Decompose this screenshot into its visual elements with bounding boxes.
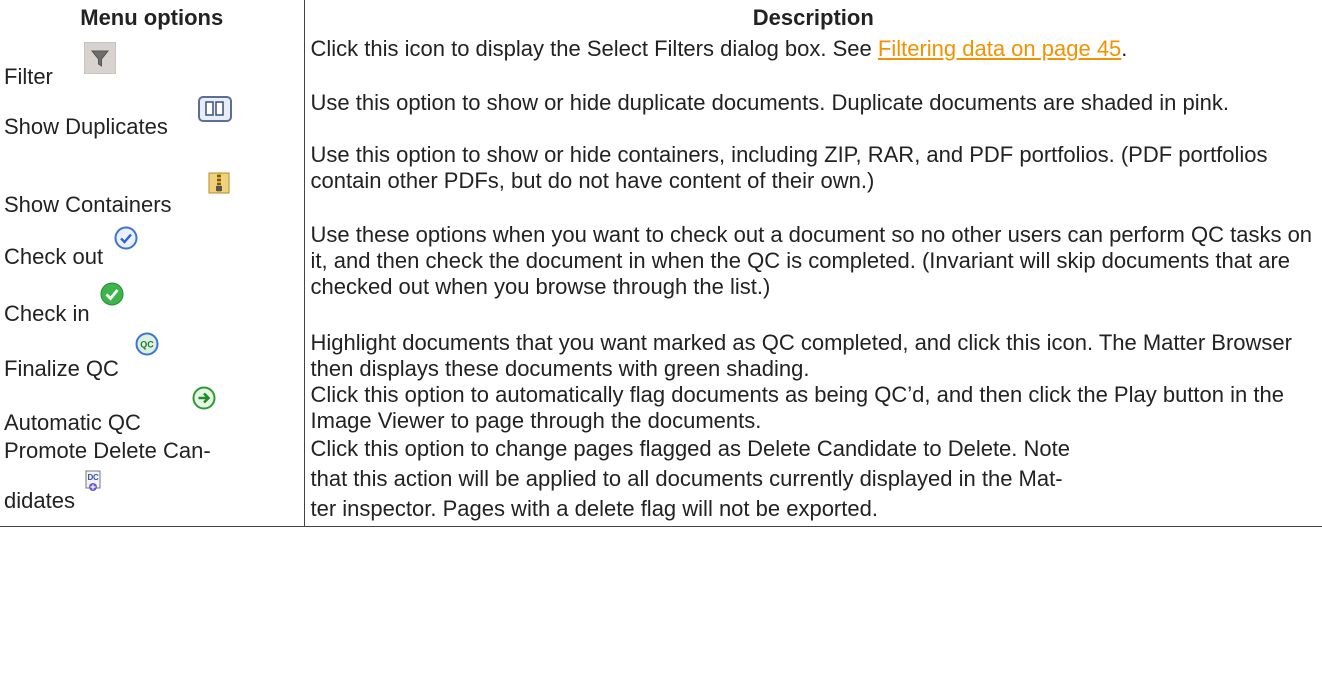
promote-delete-icon: D C [84, 470, 106, 492]
promote-delete-desc-line3: ter inspector. Pages with a delete flag … [310, 496, 878, 521]
promote-delete-desc-line1: Click this option to change pages flagge… [310, 436, 1070, 461]
filter-description-period: . [1121, 36, 1128, 61]
description-cell-show-duplicates: Use this option to show or hide duplicat… [310, 90, 1229, 115]
green-arrow-icon [192, 386, 216, 410]
option-label-promote-delete-line1: Promote Delete Can- [4, 438, 211, 463]
option-label-check-in: Check in [4, 301, 90, 326]
option-label-automatic-qc: Automatic QC [4, 410, 141, 435]
table-row: Check out Check in Use these options whe… [0, 222, 1322, 330]
option-label-show-containers: Show Containers [4, 192, 172, 217]
zip-container-icon [208, 172, 230, 194]
option-cell-show-duplicates: Show Duplicates [0, 90, 305, 142]
check-out-blue-check-icon [114, 226, 138, 250]
description-cell-filter: Click this icon to display the Select Fi… [304, 36, 1322, 90]
qc-badge-icon: QC [135, 332, 159, 356]
description-cell-automatic-qc: Click this option to automatically flag … [310, 382, 1284, 433]
promote-delete-desc-line2: that this action will be applied to all … [310, 466, 1063, 491]
option-label-finalize-qc: Finalize QC [4, 356, 119, 381]
option-cell-promote-delete: Promote Delete Can- didates D C [0, 434, 305, 527]
option-label-promote-delete-line2: didates [4, 488, 75, 513]
option-cell-finalize-qc: Finalize QC QC [0, 330, 305, 382]
option-cell-automatic-qc: Automatic QC [0, 382, 305, 435]
check-in-green-check-icon [100, 282, 124, 306]
description-cell-finalize-qc: Highlight documents that you want marked… [310, 330, 1292, 381]
option-cell-filter: Filter [0, 36, 305, 90]
table-row: Filter Click this icon to display the Se… [0, 36, 1322, 90]
menu-options-header: Menu options [0, 0, 305, 36]
table-row: Finalize QC QC Highlight documents that … [0, 330, 1322, 382]
table-row: Promote Delete Can- didates D C Click th… [0, 434, 1322, 527]
option-label-show-duplicates: Show Duplicates [4, 114, 168, 139]
svg-text:C: C [93, 473, 99, 482]
option-label-check-out: Check out [4, 244, 104, 269]
filtering-data-link[interactable]: Filtering data on page 45 [878, 36, 1121, 61]
description-cell-promote-delete: Click this option to change pages flagge… [304, 434, 1322, 527]
duplicate-documents-icon [198, 96, 232, 122]
option-cell-check-out-in: Check out Check in [0, 222, 305, 330]
filter-description-text: Click this icon to display the Select Fi… [310, 36, 878, 61]
option-cell-show-containers: Show Containers [0, 142, 305, 222]
table-row: Automatic QC Click this option to automa… [0, 382, 1322, 435]
table-header-row: Menu options Description [0, 0, 1322, 36]
filter-funnel-icon [84, 42, 116, 74]
option-label-filter: Filter [4, 64, 53, 89]
svg-text:QC: QC [140, 340, 154, 350]
description-header: Description [752, 5, 874, 30]
description-cell-check-out-in: Use these options when you want to check… [310, 222, 1313, 299]
menu-options-table: Menu options Description Filter Click th… [0, 0, 1322, 527]
table-row: Show Containers Use this option to show … [0, 142, 1322, 222]
description-cell-show-containers: Use this option to show or hide containe… [310, 142, 1268, 193]
table-row: Show Duplicates Use this option to show … [0, 90, 1322, 142]
